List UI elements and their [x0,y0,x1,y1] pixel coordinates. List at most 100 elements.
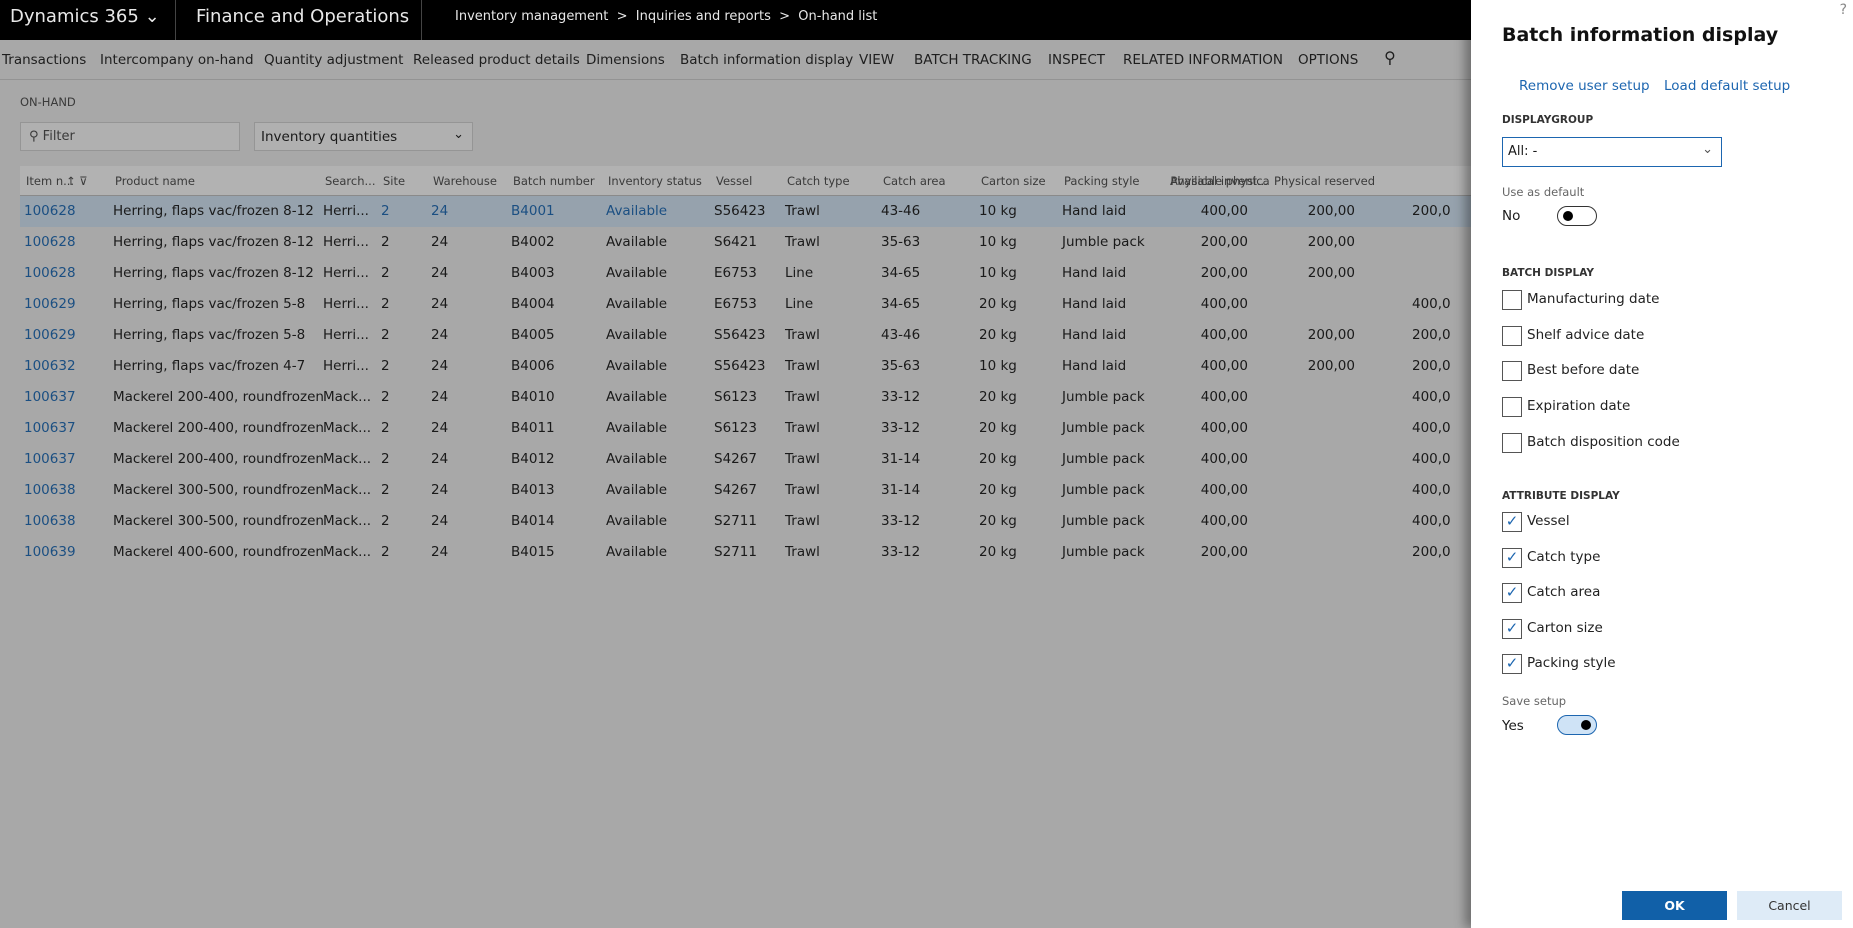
cell-item-number[interactable]: 100639 [24,544,76,560]
tab-options[interactable]: OPTIONS [1298,52,1358,68]
cell-packing-style: Hand laid [1062,358,1127,374]
column-header-batch-number[interactable]: Batch number [513,174,595,188]
cell-item-number[interactable]: 100637 [24,420,76,436]
column-header-search-name[interactable]: Search... [325,174,375,188]
filter-input[interactable]: ⚲ Filter [20,122,240,151]
checkbox-label: Best before date [1527,362,1640,378]
save-setup-toggle[interactable] [1557,715,1597,735]
view-select[interactable]: Inventory quantities ⌄ [254,122,473,151]
table-row[interactable]: 100639 Mackerel 400-600, roundfrozen Mack.… [20,537,1471,568]
breadcrumb-item[interactable]: Inquiries and reports [636,9,771,24]
action-quantity-adjustment[interactable]: Quantity adjustment [264,52,403,68]
use-as-default-toggle[interactable] [1557,206,1597,226]
cell-warehouse: 24 [431,451,449,467]
cell-packing-style: Hand laid [1062,203,1127,219]
table-row[interactable]: 100638 Mackerel 300-500, roundfrozen Mack.… [20,506,1471,537]
load-default-setup-link[interactable]: Load default setup [1664,78,1790,94]
column-header-vessel[interactable]: Vessel [716,174,752,188]
column-header-product-name[interactable]: Product name [115,174,195,188]
cell-vessel: S56423 [714,203,766,219]
cell-available-physical: 200,0 [1412,358,1451,374]
action-dimensions[interactable]: Dimensions [586,52,665,68]
cell-vessel: S2711 [714,544,757,560]
column-header-inventory-status[interactable]: Inventory status [608,174,702,188]
cancel-button[interactable]: Cancel [1737,891,1842,920]
table-row[interactable]: 100629 Herring, flaps vac/frozen 5-8 Herri… [20,320,1471,351]
cell-warehouse: 24 [431,482,449,498]
cell-search-name: Mack... [323,420,372,436]
cell-item-number[interactable]: 100637 [24,389,76,405]
table-row[interactable]: 100628 Herring, flaps vac/frozen 8-12 Herr… [20,227,1471,258]
cell-inventory-status: Available [606,327,668,343]
cell-item-number[interactable]: 100629 [24,327,76,343]
cell-inventory-status: Available [606,420,668,436]
cell-item-number[interactable]: 100638 [24,482,76,498]
table-row[interactable]: 100637 Mackerel 200-400, roundfrozen Mack.… [20,382,1471,413]
ok-button[interactable]: OK [1622,891,1727,920]
chevron-right-icon: > [616,9,628,24]
cell-item-number[interactable]: 100638 [24,513,76,529]
displaygroup-select[interactable]: All: - ⌄ [1502,137,1722,167]
tab-view[interactable]: VIEW [859,52,894,68]
column-header-physical-reserved[interactable]: Physical reserved [1274,174,1375,188]
column-header-warehouse[interactable]: Warehouse [433,174,497,188]
column-header-carton-size[interactable]: Carton size [981,174,1046,188]
table-row[interactable]: 100629 Herring, flaps vac/frozen 5-8 Herri… [20,289,1471,320]
cell-item-number[interactable]: 100628 [24,234,76,250]
checkmark-icon: ✓ [1502,583,1522,603]
cell-batch-number: B4002 [511,234,555,250]
help-icon[interactable]: ? [1840,2,1847,18]
table-row[interactable]: 100637 Mackerel 200-400, roundfrozen Mack.… [20,444,1471,475]
tab-batch-tracking[interactable]: BATCH TRACKING [914,52,1032,68]
cell-vessel: S2711 [714,513,757,529]
cell-warehouse: 24 [431,358,449,374]
cell-item-number[interactable]: 100632 [24,358,76,374]
action-released-product-details[interactable]: Released product details [413,52,580,68]
table-row[interactable]: 100628 Herring, flaps vac/frozen 8-12 Herr… [20,258,1471,289]
cell-catch-area: 31-14 [881,451,921,467]
action-intercompany-on-hand[interactable]: Intercompany on-hand [100,52,254,68]
action-batch-information-display[interactable]: Batch information display [680,52,853,68]
cell-physical-inventory: 400,00 [1200,389,1248,405]
cell-catch-area: 33-12 [881,513,921,529]
column-header-packing-style[interactable]: Packing style [1064,174,1139,188]
action-transactions[interactable]: Transactions [2,52,86,68]
cell-catch-type: Line [785,296,814,312]
cell-catch-area: 35-63 [881,234,921,250]
section-title: ON-HAND [20,95,76,109]
table-row[interactable]: 100632 Herring, flaps vac/frozen 4-7 Herri… [20,351,1471,382]
cell-item-number[interactable]: 100628 [24,265,76,281]
tab-related-information[interactable]: RELATED INFORMATION [1123,52,1283,68]
table-row[interactable]: 100638 Mackerel 300-500, roundfrozen Mack.… [20,475,1471,506]
breadcrumb-item[interactable]: Inventory management [455,9,608,24]
breadcrumb-item[interactable]: On-hand list [798,9,877,24]
column-header-site[interactable]: Site [383,174,405,188]
cell-item-number[interactable]: 100628 [24,203,76,219]
cell-physical-inventory: 200,00 [1200,265,1248,281]
cell-packing-style: Jumble pack [1062,389,1145,405]
cell-physical-reserved: 200,00 [1307,327,1355,343]
cell-batch-number: B4013 [511,482,555,498]
cell-batch-number: B4011 [511,420,555,436]
table-row[interactable]: 100628 Herring, flaps vac/frozen 8-12 Herr… [20,196,1471,227]
cell-catch-area: 43-46 [881,203,921,219]
cell-item-number[interactable]: 100637 [24,451,76,467]
batch-display-label: BATCH DISPLAY [1502,267,1594,279]
checkbox-label: Vessel [1527,513,1570,529]
cell-search-name: Mack... [323,389,372,405]
search-icon[interactable]: ⚲ [1384,48,1396,67]
tab-inspect[interactable]: INSPECT [1048,52,1105,68]
column-header-available-physical[interactable]: Available physica [1170,174,1270,188]
cell-batch-number: B4001 [511,203,555,219]
cell-item-number[interactable]: 100629 [24,296,76,312]
column-header-catch-area[interactable]: Catch area [883,174,946,188]
cell-search-name: Herri... [323,265,369,281]
cell-physical-inventory: 400,00 [1200,420,1248,436]
column-header-catch-type[interactable]: Catch type [787,174,850,188]
table-row[interactable]: 100637 Mackerel 200-400, roundfrozen Mack.… [20,413,1471,444]
app-switcher[interactable]: Dynamics 365 ⌄ [10,0,160,34]
sort-filter-icon[interactable]: ↑ ⊽ [66,174,88,188]
remove-user-setup-link[interactable]: Remove user setup [1519,78,1650,94]
cell-search-name: Herri... [323,358,369,374]
cell-packing-style: Hand laid [1062,296,1127,312]
